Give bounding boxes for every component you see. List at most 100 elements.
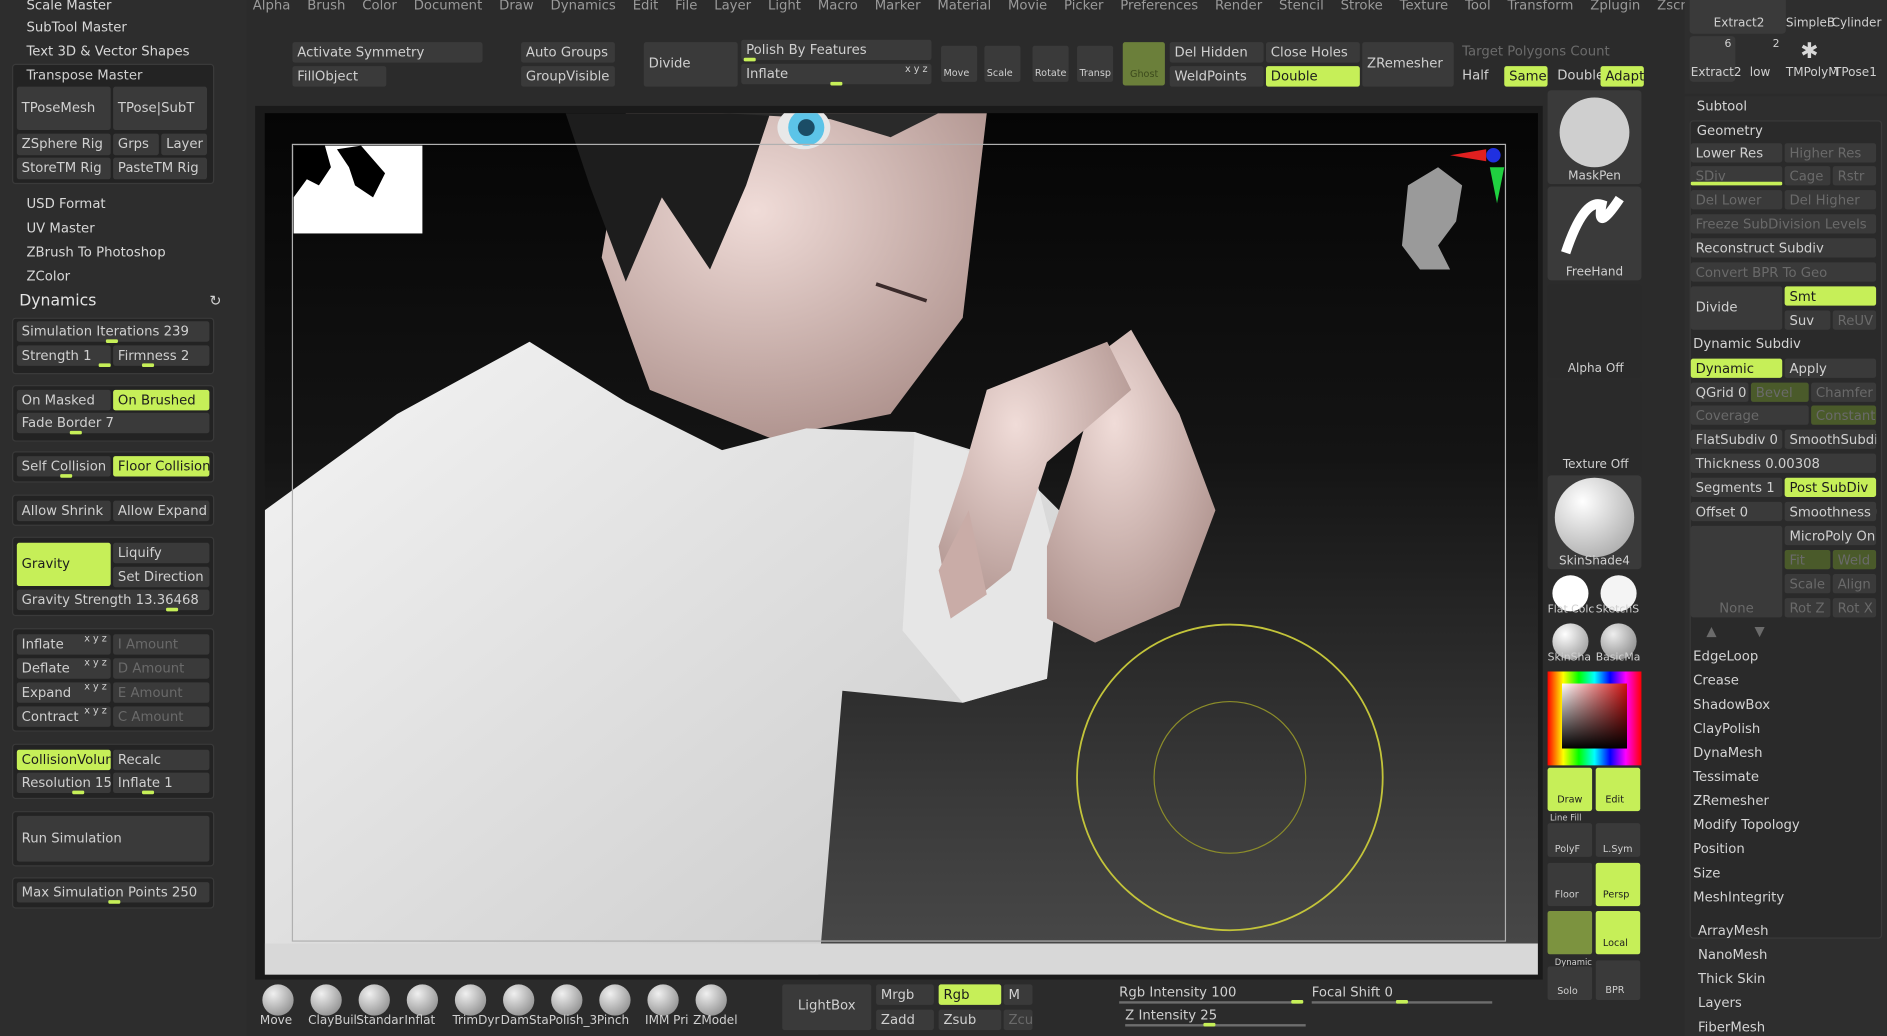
ghost-button[interactable]: Ghost — [1122, 42, 1165, 86]
color-picker-square[interactable] — [1562, 683, 1627, 749]
brush-label[interactable]: TrimDyr — [452, 1014, 500, 1027]
menu-macro[interactable]: Macro — [818, 0, 858, 14]
freeze-subdiv-button[interactable]: Freeze SubDivision Levels — [1690, 214, 1877, 234]
menu-layer[interactable]: Layer — [714, 0, 751, 14]
same-button[interactable]: Same — [1504, 66, 1548, 87]
weld-button[interactable]: Weld — [1832, 549, 1877, 570]
convert-bpr-button[interactable]: Convert BPR To Geo — [1690, 262, 1877, 282]
local-transform-button[interactable]: Local — [1595, 910, 1641, 955]
edit-mode-button[interactable]: Edit — [1595, 767, 1641, 812]
constant-button[interactable]: Constant — [1811, 405, 1877, 425]
brush-icon[interactable] — [406, 984, 439, 1016]
apply-button[interactable]: Apply — [1784, 358, 1877, 378]
group-visible-button[interactable]: GroupVisible — [521, 66, 615, 87]
slider-knob[interactable] — [60, 474, 73, 478]
polish-by-features-slider[interactable]: Polish By Features — [741, 39, 932, 61]
brush-icon[interactable] — [310, 984, 342, 1016]
rotz-slider[interactable]: Rot Z — [1784, 598, 1831, 618]
gravity-strength-slider[interactable]: Gravity Strength 13.36468 — [16, 589, 210, 611]
rgb-intensity-slider[interactable]: Rgb Intensity 100 — [1119, 984, 1236, 1000]
geometry-item-zremesher[interactable]: ZRemesher — [1693, 793, 1769, 809]
local-symmetry-button[interactable]: L.Sym — [1595, 823, 1641, 857]
brush-icon[interactable] — [358, 984, 390, 1016]
menu-marker[interactable]: Marker — [875, 0, 921, 14]
double2-button[interactable]: Double — [1557, 67, 1604, 83]
arrow-up-icon[interactable]: ▲ — [1706, 623, 1716, 639]
brush-icon[interactable] — [695, 984, 727, 1016]
e-amount-slider[interactable]: E Amount — [113, 682, 210, 703]
half-button[interactable]: Half — [1462, 67, 1488, 83]
reuv-button[interactable]: ReUV — [1832, 310, 1877, 330]
geometry-item-modify-topology[interactable]: Modify Topology — [1693, 817, 1800, 833]
brush-label[interactable]: ClayBuil — [308, 1014, 356, 1027]
slider-knob[interactable] — [142, 790, 155, 795]
xyz-axis-icon[interactable]: x y z — [84, 681, 107, 692]
smoothness-slider[interactable]: Smoothness 0 — [1784, 501, 1877, 522]
menu-document[interactable]: Document — [414, 0, 483, 14]
geometry-title[interactable]: Geometry — [1697, 123, 1763, 139]
strength-slider[interactable]: Strength 1 — [16, 345, 111, 366]
menu-stroke[interactable]: Stroke — [1341, 0, 1383, 14]
menu-draw[interactable]: Draw — [499, 0, 534, 14]
focal-shift-slider[interactable]: Focal Shift 0 — [1312, 984, 1393, 1000]
menu-file[interactable]: File — [675, 0, 697, 14]
reconstruct-subdiv-button[interactable]: Reconstruct Subdiv — [1690, 238, 1877, 258]
slider-knob[interactable] — [1203, 1022, 1216, 1027]
zsub-button[interactable]: Zsub — [938, 1009, 1002, 1031]
inflate-volume-slider[interactable]: Inflate 1 — [113, 772, 210, 794]
perspective-button[interactable]: Persp — [1595, 862, 1641, 907]
transp-button[interactable]: Transp — [1077, 45, 1114, 82]
slider-knob[interactable] — [142, 363, 155, 368]
divide-button[interactable]: Divide — [643, 42, 738, 87]
slider-knob[interactable] — [743, 57, 756, 62]
menu-brush[interactable]: Brush — [307, 0, 345, 14]
menu-alpha[interactable]: Alpha — [253, 0, 291, 14]
arrow-down-icon[interactable]: ▼ — [1755, 623, 1765, 639]
weldpoints-button[interactable]: WeldPoints — [1169, 66, 1264, 87]
rotate-gizmo-button[interactable]: Rotate — [1032, 45, 1069, 82]
rstr-button[interactable]: Rstr — [1832, 166, 1877, 186]
menu-tool[interactable]: Tool — [1465, 0, 1491, 14]
bevel-button[interactable]: Bevel — [1750, 382, 1809, 402]
bpr-render-button[interactable]: BPR — [1595, 960, 1641, 1001]
brush-label[interactable]: Standar — [356, 1014, 404, 1027]
segments-slider[interactable]: Segments 1 — [1690, 477, 1783, 498]
polyframe-button[interactable]: PolyF — [1547, 823, 1593, 857]
brush-icon[interactable] — [454, 984, 487, 1016]
ghost-orb-button[interactable] — [1547, 910, 1593, 955]
move-gizmo-button[interactable]: Move — [941, 45, 978, 82]
zadd-button[interactable]: Zadd — [876, 1009, 934, 1031]
dynamic-button[interactable]: Dynamic — [1690, 358, 1783, 378]
xyz-axis-icon[interactable]: x y z — [84, 633, 107, 644]
mrgb-button[interactable]: Mrgb — [876, 984, 934, 1005]
dynamics-title[interactable]: Dynamics — [19, 292, 96, 310]
scale-gizmo-button[interactable]: Scale — [984, 45, 1021, 82]
tool-item-nanomesh[interactable]: NanoMesh — [1698, 947, 1767, 963]
target-polygons-label[interactable]: Target Polygons Count — [1462, 43, 1610, 59]
menu-item-uv-master[interactable]: UV Master — [26, 220, 94, 236]
m-button[interactable]: M — [1003, 984, 1033, 1005]
menu-item-zbrush-to-photoshop[interactable]: ZBrush To Photoshop — [26, 244, 165, 260]
divide-button[interactable]: Divide — [1690, 286, 1783, 330]
flatsubdiv-slider[interactable]: FlatSubdiv 0 — [1690, 429, 1783, 449]
menu-stencil[interactable]: Stencil — [1279, 0, 1324, 14]
scale-slider[interactable]: Scale — [1784, 574, 1831, 594]
adapt-button[interactable]: Adapt — [1600, 66, 1644, 87]
menu-light[interactable]: Light — [768, 0, 801, 14]
geometry-item-claypolish[interactable]: ClayPolish — [1693, 721, 1760, 737]
menu-item-subtool-master[interactable]: SubTool Master — [26, 19, 126, 35]
slider-knob[interactable] — [1291, 1000, 1304, 1004]
smoothsubdiv-slider[interactable]: SmoothSubdiv — [1784, 429, 1877, 449]
brush-icon[interactable] — [262, 984, 294, 1016]
micropoly-thumbnail[interactable]: None — [1690, 525, 1783, 618]
geometry-item-shadowbox[interactable]: ShadowBox — [1693, 697, 1770, 713]
xyz-axis-icon[interactable]: x y z — [905, 64, 928, 75]
fit-button[interactable]: Fit — [1784, 549, 1831, 570]
rgb-button[interactable]: Rgb — [938, 984, 1002, 1005]
recalc-button[interactable]: Recalc — [113, 749, 210, 771]
allow-expand-button[interactable]: Allow Expand — [113, 500, 210, 522]
resolution-slider[interactable]: Resolution 1542 — [16, 772, 111, 794]
brush-label[interactable]: Pinch — [597, 1014, 645, 1027]
menu-movie[interactable]: Movie — [1008, 0, 1047, 14]
on-brushed-button[interactable]: On Brushed — [113, 389, 210, 411]
